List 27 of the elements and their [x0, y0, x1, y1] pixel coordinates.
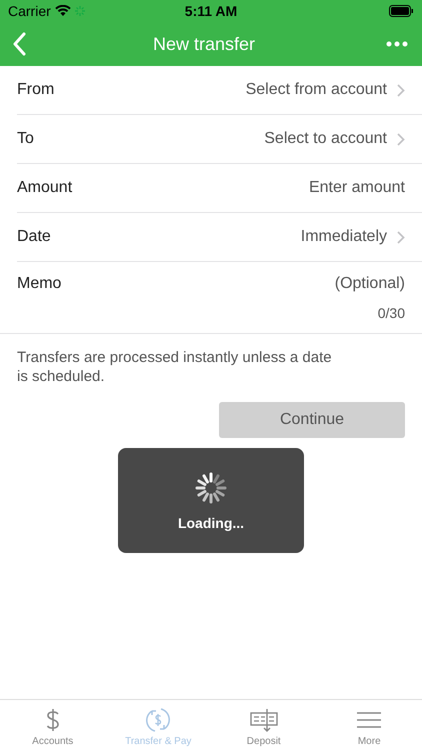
- form-row[interactable]: To Select to account: [17, 115, 422, 164]
- back-button[interactable]: [12, 32, 26, 56]
- tab-item[interactable]: Accounts: [0, 700, 106, 750]
- chevron-icon: [397, 84, 405, 96]
- wifi-icon: [54, 5, 71, 17]
- loading-label: Loading...: [178, 514, 244, 530]
- form-row[interactable]: From Select from account: [17, 66, 422, 115]
- chevron-icon: [397, 132, 405, 146]
- field-label: Amount: [17, 179, 72, 197]
- more-icon: [386, 41, 408, 47]
- chevron-icon: [397, 230, 405, 244]
- nav-title: New transfer: [152, 34, 256, 54]
- field-label: Memo: [17, 275, 62, 293]
- tab-item[interactable]: More: [316, 700, 422, 750]
- carrier-label: Carrier: [8, 3, 51, 19]
- form-row[interactable]: Date Immediately: [17, 213, 422, 262]
- check-deposit-icon: [248, 706, 279, 734]
- exchange-dollar-icon: [144, 706, 172, 734]
- memo-field[interactable]: (Optional): [61, 275, 405, 293]
- spinner-icon: [194, 470, 228, 504]
- amount-field[interactable]: Enter amount: [72, 179, 405, 197]
- tab-item[interactable]: Deposit: [211, 700, 316, 750]
- battery-icon: [388, 5, 414, 17]
- transfer-note: Transfers are processed instantly unless a date is scheduled.: [17, 348, 333, 386]
- status-time: 5:11 AM: [184, 3, 238, 19]
- activity-spinner-icon: [74, 6, 85, 16]
- character-counter: 0/30: [378, 305, 405, 321]
